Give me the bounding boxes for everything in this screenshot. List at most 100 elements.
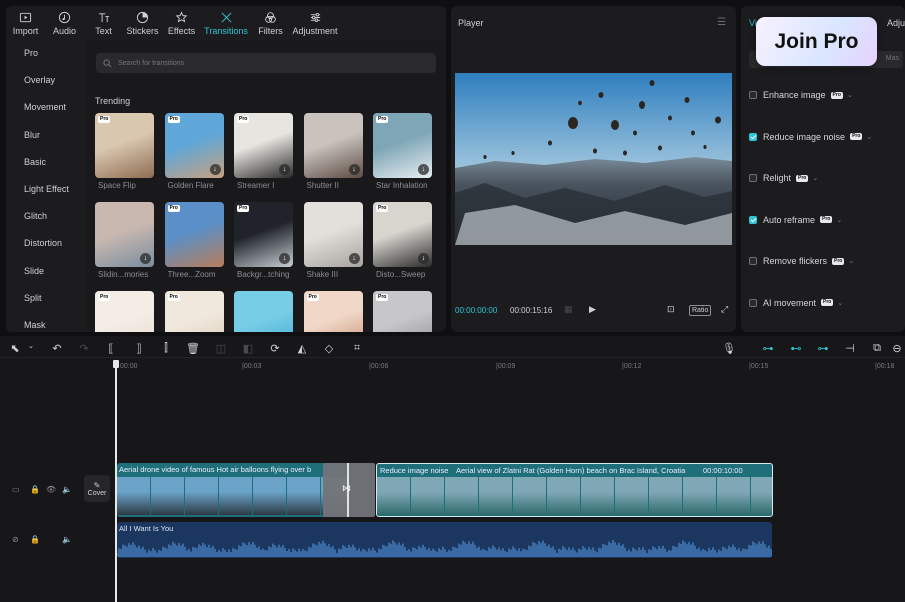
toolbar-text[interactable]: Text [84,6,123,40]
split-left-icon[interactable]: ⟧ [132,342,146,355]
subtab-mask[interactable]: Mas [886,55,899,62]
chevron-down-icon[interactable]: ⌄ [836,216,842,224]
enhancement-option[interactable]: Reduce image noise Pro ⌄ [749,130,872,144]
toolbar-filters[interactable]: Filters [251,6,290,40]
download-icon[interactable]: ↓ [348,253,360,264]
toolbar-effects[interactable]: Effects [162,6,201,40]
speaker-icon[interactable]: 🔈 [62,535,72,544]
transition-card[interactable]: Pro [303,291,364,332]
sidebar-item-light-effect[interactable]: Light Effect [6,176,86,203]
checkbox[interactable] [749,91,757,99]
chevron-down-icon[interactable]: ⌄ [812,174,818,182]
download-icon[interactable]: ↓ [209,164,221,175]
transform-icon[interactable]: ◇ [322,342,336,355]
video-preview[interactable] [455,73,732,245]
sidebar-item-glitch[interactable]: Glitch [6,203,86,230]
redo-icon[interactable]: ↷ [77,342,91,355]
transition-card[interactable]: Pro Three...Zoom [164,202,225,279]
transition-card[interactable]: ↓ Shutter II [303,113,364,190]
download-icon[interactable]: ↓ [418,253,429,264]
timeline-grid-icon[interactable]: ▦ [564,304,573,315]
ratio-button[interactable]: Ratio [689,305,712,316]
transition-card[interactable]: Pro ↓ Golden Flare [164,113,225,190]
preview-axis-icon[interactable]: ⊣ [843,342,857,355]
enhancement-option[interactable]: AI movement Pro ⌄ [749,296,843,310]
transition-card[interactable]: ↓ Shake III [303,202,364,279]
video-clip-balloons[interactable]: Aerial drone video of famous Hot air bal… [117,463,349,517]
toolbar-audio[interactable]: Audio [45,6,84,40]
checkbox[interactable] [749,132,757,141]
transition-card[interactable]: Pro Space Flip [95,113,155,190]
crop-icon[interactable]: ⌗ [350,342,364,355]
download-icon[interactable]: ↓ [279,253,290,264]
transition-card[interactable]: Pro ↓ Star Inhalation [373,113,433,190]
cover-button[interactable]: ✎ Cover [84,475,110,502]
checkbox[interactable] [749,174,757,182]
play-button[interactable]: ▶ [589,304,596,315]
menu-icon[interactable]: ☰ [717,17,726,28]
toolbar-adjustment[interactable]: Adjustment [290,6,340,40]
transition-card[interactable]: Pro [164,291,225,332]
video-clip-beach[interactable]: Reduce image noise Aerial view of Zlatni… [376,463,773,517]
eye-icon[interactable]: 👁 [46,485,56,494]
download-icon[interactable]: ↓ [140,253,151,264]
sidebar-item-split[interactable]: Split [6,285,86,312]
sidebar-item-blur[interactable]: Blur [6,122,86,149]
chevron-down-icon[interactable]: ⌄ [848,257,854,265]
speaker-icon[interactable]: 🔈 [62,485,72,494]
sidebar-item-basic[interactable]: Basic [6,149,86,176]
zoom-fit-icon[interactable]: ⧉ [870,342,884,355]
freeze-icon[interactable]: ◫ [214,342,228,355]
download-icon[interactable]: ↓ [279,164,290,175]
chevron-down-icon[interactable]: ⌄ [24,342,38,350]
split-icon[interactable]: ⟦ [104,342,118,355]
sidebar-item-distortion[interactable]: Distortion [6,230,86,257]
sidebar-item-overlay[interactable]: Overlay [6,67,86,94]
download-icon[interactable]: ↓ [348,164,360,175]
chevron-down-icon[interactable]: ⌄ [837,299,843,307]
transition-card[interactable]: Pro [95,291,155,332]
transition-card[interactable]: Pro ↓ Backgr...tching [234,202,294,279]
toolbar-transitions[interactable]: Transitions [201,6,251,40]
join-pro-button[interactable]: Join Pro [756,17,877,66]
fullscreen-icon[interactable]: ⤢ [721,304,728,315]
lock-icon[interactable]: 🔒 [30,535,40,544]
transition-card[interactable]: ↓ Slidin...mories [95,202,155,279]
mirror-icon[interactable]: ◭ [295,342,309,355]
transition-card[interactable]: Pro [373,291,433,332]
chevron-down-icon[interactable]: ⌄ [847,91,853,99]
toolbar-stickers[interactable]: Stickers [123,6,162,40]
toolbar-import[interactable]: Import [6,6,45,40]
auto-snap-icon[interactable]: ⊷ [789,342,803,355]
reverse-icon[interactable]: ◧ [241,342,255,355]
checkbox[interactable] [749,257,757,265]
transition-block[interactable]: ⋈ [323,463,375,517]
microphone-icon[interactable]: 🎙 [722,342,736,355]
transition-card[interactable]: Pro ↓ Disto...Sweep [373,202,433,279]
transition-card[interactable]: Pro ↓ Streamer I [234,113,294,190]
delete-icon[interactable]: 🗑 [186,342,200,355]
enhancement-option[interactable]: Enhance image Pro ⌄ [749,88,853,102]
search-input[interactable]: Search for transitions [96,53,436,73]
lock-icon[interactable]: 🔒 [30,485,40,494]
transition-card[interactable] [234,291,294,332]
audio-clip[interactable]: All I Want Is You [117,522,772,558]
download-icon[interactable]: ↓ [418,164,429,175]
enhancement-option[interactable]: Relight Pro ⌄ [749,171,818,185]
checkbox[interactable] [749,298,757,307]
sidebar-item-movement[interactable]: Movement [6,94,86,121]
enhancement-option[interactable]: Auto reframe Pro ⌄ [749,213,842,227]
sidebar-item-slide[interactable]: Slide [6,258,86,285]
select-cursor-icon[interactable]: ⬉ [8,342,22,355]
chevron-down-icon[interactable]: ⌄ [866,133,872,141]
main-track-magnet-icon[interactable]: ⊶ [761,342,775,355]
checkbox[interactable] [749,215,757,224]
sidebar-item-pro[interactable]: Pro [6,40,86,67]
enhancement-option[interactable]: Remove flickers Pro ⌄ [749,254,854,268]
rotate-icon[interactable]: ⟳ [268,342,282,355]
zoom-out-icon[interactable]: ⊖ [890,342,904,355]
screenshot-icon[interactable]: ⊡ [667,304,675,315]
split-right-icon[interactable]: ⫿ [159,342,173,355]
linkage-icon[interactable]: ⊶ [816,342,830,355]
undo-icon[interactable]: ↶ [50,342,64,355]
